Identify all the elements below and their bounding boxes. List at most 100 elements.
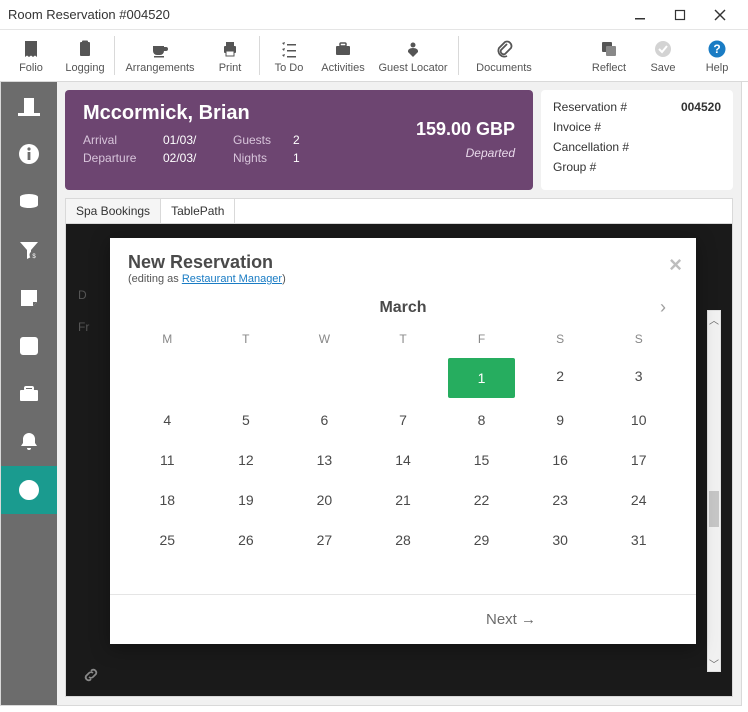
arrangements-button[interactable]: Arrangements bbox=[117, 30, 203, 81]
sidebar: $ bbox=[1, 82, 57, 705]
reference-panel: Reservation #004520 Invoice # Cancellati… bbox=[541, 90, 733, 190]
sidebar-item-info[interactable] bbox=[1, 130, 57, 178]
sidebar-item-note[interactable] bbox=[1, 274, 57, 322]
calendar-day[interactable]: 29 bbox=[442, 520, 521, 560]
save-button[interactable]: Save bbox=[636, 30, 690, 81]
scroll-up-icon[interactable]: ︿ bbox=[708, 311, 720, 327]
separator bbox=[114, 36, 115, 75]
svg-text:?: ? bbox=[713, 42, 720, 56]
calendar-day[interactable]: 21 bbox=[364, 480, 443, 520]
calendar-header: March › bbox=[110, 293, 696, 326]
cancellation-label: Cancellation # bbox=[553, 140, 629, 154]
tab-spa-bookings[interactable]: Spa Bookings bbox=[66, 199, 161, 223]
calendar-day[interactable]: 16 bbox=[521, 440, 600, 480]
calendar-day[interactable]: 30 bbox=[521, 520, 600, 560]
calendar-day[interactable]: 14 bbox=[364, 440, 443, 480]
modal-header: New Reservation (editing as Restaurant M… bbox=[110, 238, 696, 293]
help-button[interactable]: ? Help bbox=[690, 30, 744, 81]
new-reservation-modal: New Reservation (editing as Restaurant M… bbox=[110, 238, 696, 644]
sidebar-item-work[interactable] bbox=[1, 370, 57, 418]
calendar-day[interactable]: 6 bbox=[285, 400, 364, 440]
calendar-day[interactable]: 17 bbox=[599, 440, 678, 480]
close-button[interactable] bbox=[700, 0, 740, 30]
calendar-day[interactable]: 27 bbox=[285, 520, 364, 560]
guest-header: Mccormick, Brian Arrival 01/03/ Guests 2… bbox=[65, 90, 733, 190]
reservation-label: Reservation # bbox=[553, 100, 627, 114]
calendar-day[interactable]: 31 bbox=[599, 520, 678, 560]
calendar-day[interactable]: 23 bbox=[521, 480, 600, 520]
separator bbox=[458, 36, 459, 75]
sidebar-item-external[interactable] bbox=[1, 322, 57, 370]
calendar-day[interactable]: 5 bbox=[207, 400, 286, 440]
documents-label: Documents bbox=[476, 62, 532, 74]
print-icon bbox=[219, 38, 241, 60]
tab-tablepath[interactable]: TablePath bbox=[161, 199, 235, 223]
calendar-day[interactable]: 24 bbox=[599, 480, 678, 520]
note-icon bbox=[17, 286, 41, 310]
sidebar-item-billing[interactable] bbox=[1, 178, 57, 226]
calendar-day[interactable]: 13 bbox=[285, 440, 364, 480]
reflect-icon bbox=[598, 38, 620, 60]
maximize-button[interactable] bbox=[660, 0, 700, 30]
role-link[interactable]: Restaurant Manager bbox=[182, 273, 282, 285]
sidebar-item-globe[interactable] bbox=[1, 466, 57, 514]
calendar-day[interactable]: 12 bbox=[207, 440, 286, 480]
calendar-day[interactable]: 7 bbox=[364, 400, 443, 440]
calendar-day[interactable]: 15 bbox=[442, 440, 521, 480]
dow-header: S bbox=[599, 326, 678, 356]
calendar-day[interactable]: 25 bbox=[128, 520, 207, 560]
amount: 159.00 GBP bbox=[416, 119, 515, 140]
maximize-icon bbox=[674, 9, 686, 21]
calendar-day[interactable]: 3 bbox=[599, 356, 678, 396]
todo-button[interactable]: To Do bbox=[262, 30, 316, 81]
guests-label: Guests bbox=[233, 133, 293, 147]
arrival-label: Arrival bbox=[83, 133, 163, 147]
calendar-day[interactable]: 11 bbox=[128, 440, 207, 480]
folio-button[interactable]: Folio bbox=[4, 30, 58, 81]
documents-button[interactable]: Documents bbox=[461, 30, 547, 81]
link-icon[interactable] bbox=[82, 666, 100, 684]
sidebar-item-funnel[interactable]: $ bbox=[1, 226, 57, 274]
help-icon: ? bbox=[706, 38, 728, 60]
calendar-day bbox=[128, 356, 207, 396]
vertical-scrollbar[interactable]: ︿ ﹀ bbox=[707, 310, 721, 672]
calendar-day[interactable]: 19 bbox=[207, 480, 286, 520]
calendar-day[interactable]: 22 bbox=[442, 480, 521, 520]
sidebar-item-room[interactable] bbox=[1, 82, 57, 130]
calendar-day[interactable]: 26 bbox=[207, 520, 286, 560]
next-button[interactable]: Next → bbox=[486, 611, 536, 628]
save-label: Save bbox=[650, 62, 675, 74]
calendar-day[interactable]: 20 bbox=[285, 480, 364, 520]
calendar-day[interactable]: 2 bbox=[521, 356, 600, 396]
calendar-day[interactable]: 9 bbox=[521, 400, 600, 440]
calendar-day[interactable]: 28 bbox=[364, 520, 443, 560]
scroll-down-icon[interactable]: ﹀ bbox=[708, 655, 720, 671]
calendar-day[interactable]: 4 bbox=[128, 400, 207, 440]
dow-header: F bbox=[442, 326, 521, 356]
print-button[interactable]: Print bbox=[203, 30, 257, 81]
dow-header: M bbox=[128, 326, 207, 356]
calendar-day[interactable]: 1 bbox=[448, 358, 515, 398]
check-circle-icon bbox=[652, 38, 674, 60]
paperclip-icon bbox=[493, 38, 515, 60]
calendar-day[interactable]: 10 bbox=[599, 400, 678, 440]
next-month-button[interactable]: › bbox=[660, 297, 678, 318]
scroll-thumb[interactable] bbox=[709, 491, 719, 527]
reflect-button[interactable]: Reflect bbox=[582, 30, 636, 81]
minimize-button[interactable] bbox=[620, 0, 660, 30]
sidebar-item-alerts[interactable] bbox=[1, 418, 57, 466]
guest-locator-button[interactable]: Guest Locator bbox=[370, 30, 456, 81]
logging-button[interactable]: Logging bbox=[58, 30, 112, 81]
print-label: Print bbox=[219, 62, 242, 74]
arrival-value: 01/03/ bbox=[163, 133, 233, 147]
activities-label: Activities bbox=[321, 62, 364, 74]
calendar-day bbox=[285, 356, 364, 396]
receipt-icon bbox=[20, 38, 42, 60]
activities-button[interactable]: Activities bbox=[316, 30, 370, 81]
logging-label: Logging bbox=[65, 62, 104, 74]
calendar-day[interactable]: 18 bbox=[128, 480, 207, 520]
calendar-day[interactable]: 8 bbox=[442, 400, 521, 440]
dow-header: W bbox=[285, 326, 364, 356]
modal-close-button[interactable]: × bbox=[669, 252, 682, 278]
dow-header: T bbox=[207, 326, 286, 356]
